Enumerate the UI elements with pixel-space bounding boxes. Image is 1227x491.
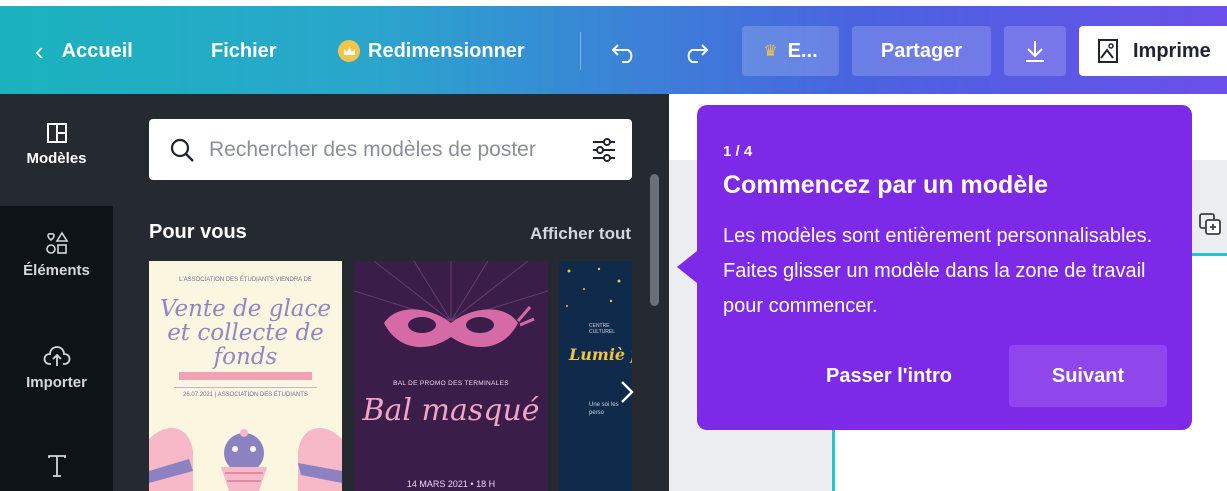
see-all-link[interactable]: Afficher tout bbox=[530, 224, 631, 244]
rail-label-elements: Éléments bbox=[23, 262, 90, 279]
section-title: Pour vous bbox=[149, 221, 247, 243]
filter-sliders-icon[interactable] bbox=[590, 137, 618, 163]
rail-label-models: Modèles bbox=[26, 150, 87, 167]
share-label: Partager bbox=[880, 39, 963, 62]
template-title: Lumiè faib bbox=[569, 345, 632, 364]
template-title: Bal masqué bbox=[362, 393, 540, 428]
search-icon bbox=[169, 137, 195, 163]
chevron-left-icon: ‹ bbox=[35, 36, 44, 66]
crown-icon bbox=[338, 40, 360, 62]
tooltip-step-counter: 1 / 4 bbox=[723, 143, 753, 160]
rail-item-models[interactable]: Modèles bbox=[0, 94, 113, 206]
panel-scrollbar[interactable] bbox=[650, 174, 659, 306]
premium-button[interactable]: ♛ E... bbox=[742, 26, 839, 76]
rail-item-elements[interactable]: Éléments bbox=[0, 206, 113, 316]
templates-panel: Pour vous Afficher tout L'ASSOCIATION DE… bbox=[113, 94, 669, 491]
print-label: Imprime bbox=[1133, 39, 1211, 62]
editor-topbar: ‹ Accueil Fichier Redimensionner ♛ E... … bbox=[0, 6, 1227, 94]
search-input[interactable] bbox=[209, 137, 569, 162]
crown-icon: ♛ bbox=[763, 43, 778, 60]
side-rail: Modèles Éléments Importer bbox=[0, 94, 113, 491]
undo-button[interactable] bbox=[603, 30, 647, 74]
template-subtitle: BAL DE PROMO DES TERMINALES bbox=[393, 380, 509, 387]
template-text: CENTRE CULTUREL bbox=[589, 323, 616, 335]
text-icon bbox=[47, 455, 66, 477]
redo-icon bbox=[687, 44, 709, 63]
skip-intro-button[interactable]: Passer l'intro bbox=[809, 345, 969, 407]
onboarding-tooltip: 1 / 4 Commencez par un modèle Les modèle… bbox=[697, 105, 1192, 430]
file-menu-label: Fichier bbox=[211, 39, 277, 62]
elements-icon bbox=[45, 231, 68, 254]
template-divider bbox=[174, 387, 317, 388]
mask-illustration bbox=[354, 261, 548, 348]
duplicate-page-icon[interactable] bbox=[1198, 212, 1222, 236]
file-menu-button[interactable]: Fichier bbox=[211, 34, 277, 68]
resize-button[interactable]: Redimensionner bbox=[338, 34, 525, 68]
carousel-next-button[interactable] bbox=[609, 374, 645, 410]
tooltip-pointer bbox=[677, 251, 697, 283]
template-search-bar[interactable] bbox=[149, 119, 632, 180]
stars-illustration bbox=[566, 267, 621, 307]
premium-label: E... bbox=[787, 39, 818, 62]
rail-item-text[interactable] bbox=[0, 426, 113, 491]
print-image-icon bbox=[1097, 38, 1119, 64]
templates-icon bbox=[46, 123, 67, 143]
share-button[interactable]: Partager bbox=[852, 26, 991, 76]
ice-cream-illustration bbox=[149, 427, 342, 491]
template-date: 14 MARS 2021 • 18 H bbox=[406, 479, 496, 489]
undo-icon bbox=[611, 44, 633, 63]
download-button[interactable] bbox=[1004, 26, 1066, 76]
redo-button[interactable] bbox=[673, 30, 717, 74]
template-card-ice-cream[interactable]: L'ASSOCIATION DES ÉTUDIANTS VIENDRA DE V… bbox=[149, 261, 342, 491]
back-home-label: Accueil bbox=[61, 39, 133, 62]
download-icon bbox=[1026, 41, 1044, 62]
upload-cloud-icon bbox=[43, 346, 70, 366]
back-home-button[interactable]: ‹ Accueil bbox=[35, 34, 133, 68]
resize-label: Redimensionner bbox=[368, 39, 525, 62]
chevron-right-icon bbox=[621, 381, 634, 403]
template-text: 26.07.2021 | ASSOCIATION DES ÉTUDIANTS bbox=[183, 392, 308, 398]
template-band bbox=[179, 372, 312, 380]
toolbar-divider bbox=[580, 32, 581, 70]
rail-item-import[interactable]: Importer bbox=[0, 316, 113, 426]
tooltip-body: Les modèles sont entièrement personnalis… bbox=[723, 225, 1153, 317]
template-text: L'ASSOCIATION DES ÉTUDIANTS VIENDRA DE bbox=[179, 277, 312, 283]
template-card-masquerade[interactable]: BAL DE PROMO DES TERMINALES Bal masqué 1… bbox=[354, 261, 548, 491]
rail-label-import: Importer bbox=[26, 374, 87, 391]
tooltip-title: Commencez par un modèle bbox=[723, 171, 1049, 199]
print-button[interactable]: Imprime bbox=[1079, 26, 1227, 76]
next-button[interactable]: Suivant bbox=[1009, 345, 1167, 407]
template-title: Vente de glace et collecte de fonds bbox=[159, 296, 332, 370]
